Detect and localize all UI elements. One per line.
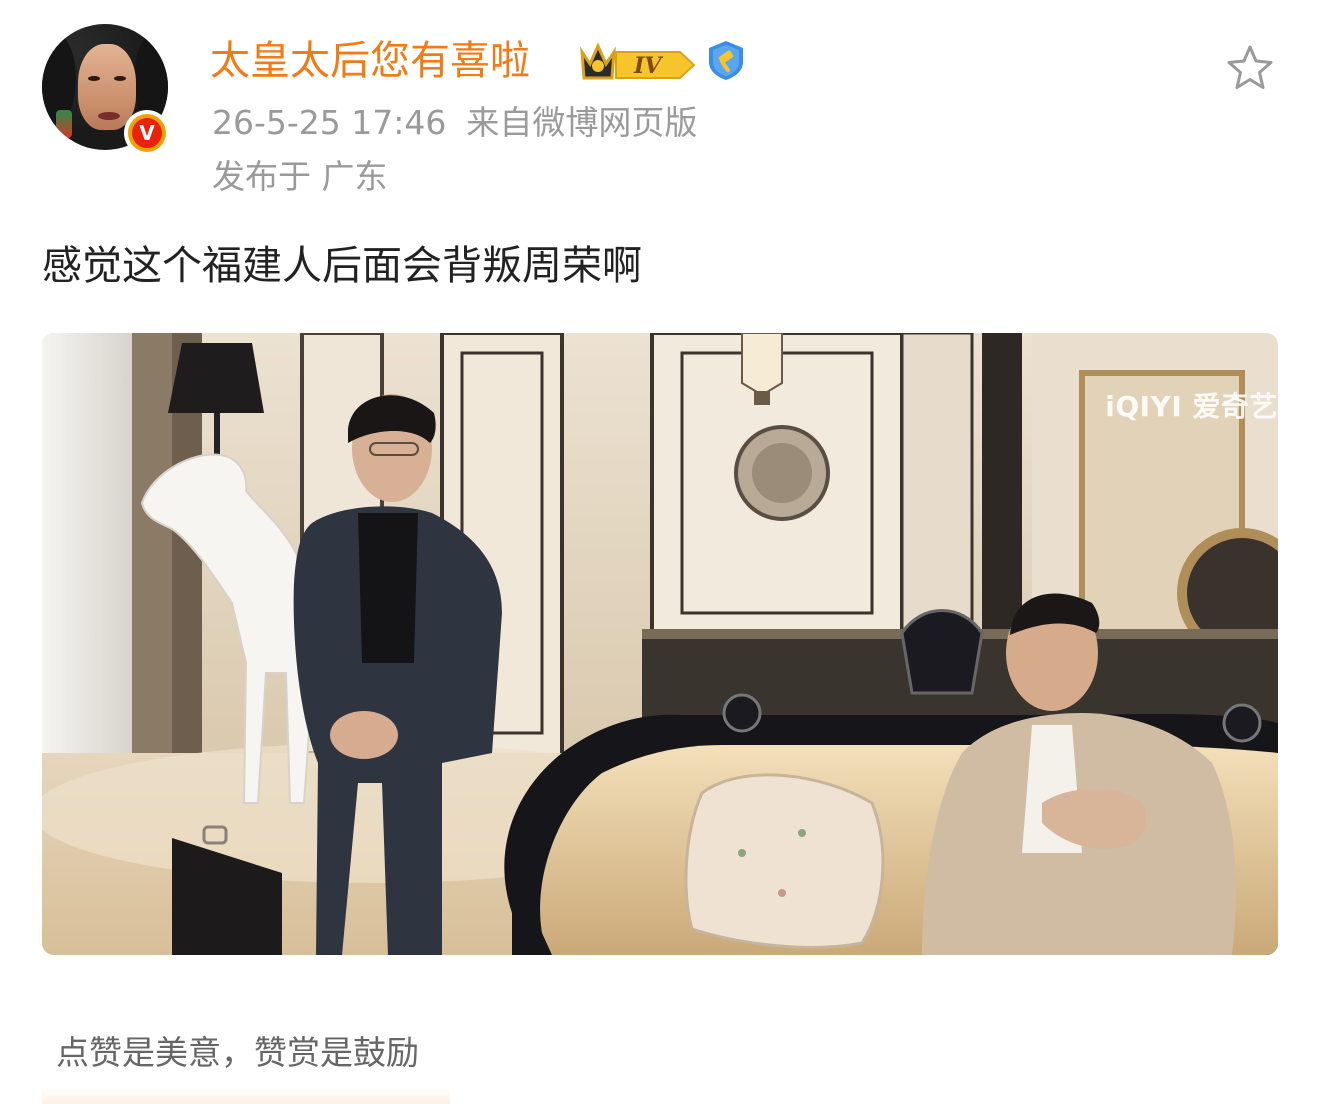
star-icon — [1227, 45, 1273, 89]
post-source[interactable]: 来自微博网页版 — [466, 103, 697, 142]
reward-tip-underline — [42, 1088, 450, 1104]
post-image[interactable]: iQIYI 爱奇艺 — [42, 333, 1278, 955]
post-text: 感觉这个福建人后面会背叛周荣啊 — [42, 243, 642, 289]
reward-tip[interactable]: 点赞是美意，赞赏是鼓励 — [56, 1030, 419, 1076]
crown-level-icon[interactable]: IV — [578, 38, 696, 84]
post-location: 发布于 广东 — [212, 157, 388, 196]
username[interactable]: 太皇太后您有喜啦 — [210, 34, 530, 88]
post-meta: 26-5-25 17:46 来自微博网页版 — [212, 100, 697, 146]
favorite-star-button[interactable] — [1222, 40, 1278, 96]
verified-v-icon: V — [124, 110, 170, 156]
video-watermark: iQIYI 爱奇艺 — [1105, 390, 1278, 423]
level-badge-text: IV — [633, 53, 663, 79]
post-timestamp[interactable]: 26-5-25 17:46 — [212, 103, 446, 142]
shield-hammer-icon[interactable] — [704, 38, 748, 82]
